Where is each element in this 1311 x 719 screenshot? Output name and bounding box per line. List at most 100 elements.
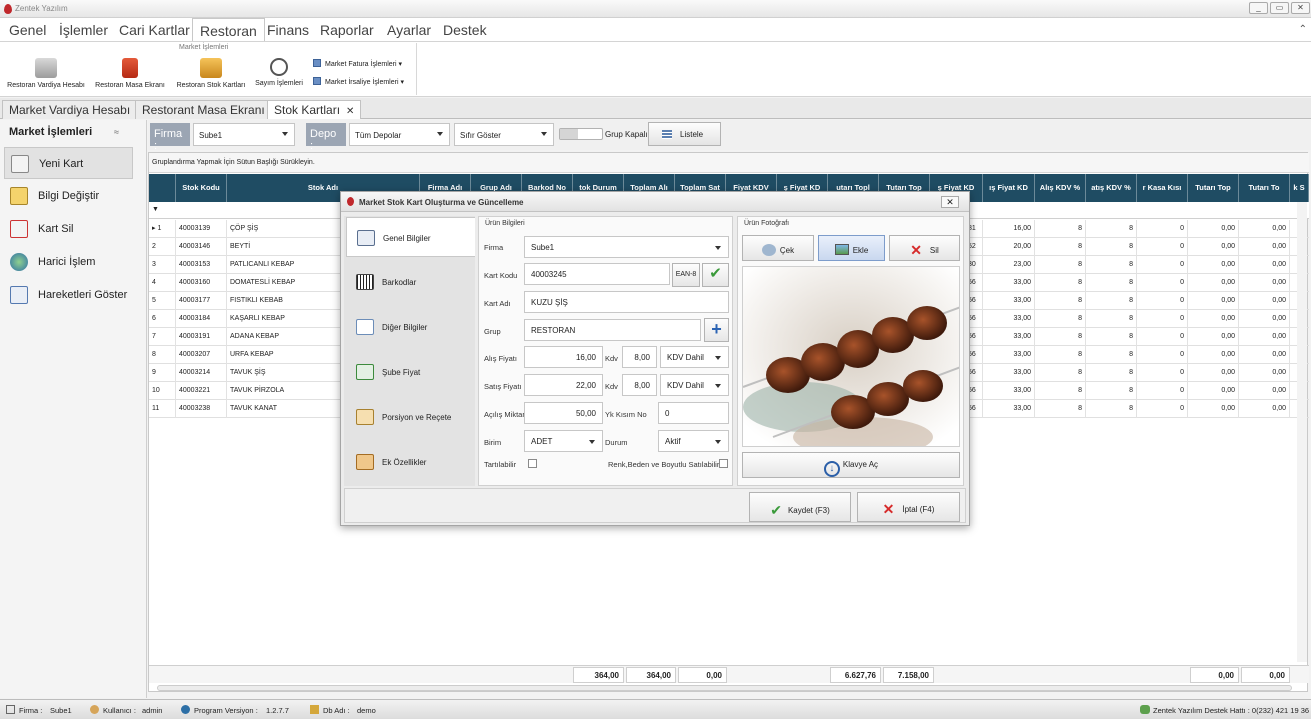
nav-sube-fiyat[interactable]: Şube Fiyat bbox=[346, 352, 475, 392]
nav-barkodlar[interactable]: Barkodlar bbox=[346, 262, 475, 302]
restoran-masa-button[interactable]: Restoran Masa Ekranı bbox=[93, 58, 167, 89]
col-satis-kdv[interactable]: atış KDV % bbox=[1086, 174, 1137, 202]
col-tutari-to[interactable]: Tutarı To bbox=[1239, 174, 1290, 202]
cell-tutari-2[interactable]: 0,00 bbox=[1239, 310, 1290, 328]
durum-select[interactable]: Aktif bbox=[658, 430, 729, 452]
row-number[interactable]: 3 bbox=[149, 256, 176, 274]
restoran-vardiya-button[interactable]: Restoran Vardiya Hesabı bbox=[4, 58, 88, 89]
cell-tutari-1[interactable]: 0,00 bbox=[1188, 274, 1239, 292]
grup-field[interactable]: RESTORAN bbox=[524, 319, 701, 341]
cell-tutari-2[interactable]: 0,00 bbox=[1239, 220, 1290, 238]
cek-button[interactable]: Çek bbox=[742, 235, 814, 261]
cell-tutari-2[interactable]: 0,00 bbox=[1239, 274, 1290, 292]
cell-stok-kodu[interactable]: 40003191 bbox=[176, 328, 227, 346]
cell-stok-kodu[interactable]: 40003184 bbox=[176, 310, 227, 328]
horizontal-scrollbar[interactable] bbox=[157, 685, 1292, 691]
row-number[interactable]: 11 bbox=[149, 400, 176, 418]
cell-tutari-2[interactable]: 0,00 bbox=[1239, 328, 1290, 346]
cell-stok-kodu[interactable]: 40003207 bbox=[176, 346, 227, 364]
cell-fiyat[interactable]: 16,00 bbox=[983, 220, 1035, 238]
cell-satis-kdv[interactable]: 8 bbox=[1086, 274, 1137, 292]
cell-stok-kodu[interactable]: 40003160 bbox=[176, 274, 227, 292]
cell-kasa[interactable]: 0 bbox=[1137, 256, 1188, 274]
cell-tutari-2[interactable]: 0,00 bbox=[1239, 364, 1290, 382]
cell-alis-kdv[interactable]: 8 bbox=[1035, 328, 1086, 346]
cell-stok-kodu[interactable]: 40003146 bbox=[176, 238, 227, 256]
col-k-s[interactable]: k S bbox=[1290, 174, 1309, 202]
cell-fiyat[interactable]: 33,00 bbox=[983, 400, 1035, 418]
cell-fiyat[interactable]: 33,00 bbox=[983, 382, 1035, 400]
menu-raporlar[interactable]: Raporlar bbox=[320, 22, 374, 38]
cell-alis-kdv[interactable]: 8 bbox=[1035, 400, 1086, 418]
cell-tutari-1[interactable]: 0,00 bbox=[1188, 310, 1239, 328]
cell-alis-kdv[interactable]: 8 bbox=[1035, 292, 1086, 310]
cell-kasa[interactable]: 0 bbox=[1137, 292, 1188, 310]
cell-kasa[interactable]: 0 bbox=[1137, 382, 1188, 400]
cell-alis-kdv[interactable]: 8 bbox=[1035, 382, 1086, 400]
sil-button[interactable]: ✕ Sil bbox=[889, 235, 960, 261]
cell-tutari-1[interactable]: 0,00 bbox=[1188, 400, 1239, 418]
cell-fiyat[interactable]: 33,00 bbox=[983, 310, 1035, 328]
tab-market-vardiya[interactable]: Market Vardiya Hesabı✕ bbox=[2, 100, 152, 119]
close-window-button[interactable]: ✕ bbox=[1291, 2, 1310, 14]
row-number[interactable]: 5 bbox=[149, 292, 176, 310]
cell-stok-kodu[interactable]: 40003139 bbox=[176, 220, 227, 238]
cell-fiyat[interactable]: 33,00 bbox=[983, 292, 1035, 310]
tartilabilir-checkbox[interactable] bbox=[528, 459, 537, 468]
market-fatura-menu[interactable]: Market Fatura İşlemleri ▾ bbox=[313, 59, 402, 68]
cell-satis-kdv[interactable]: 8 bbox=[1086, 400, 1137, 418]
firma-select[interactable]: Sube1 bbox=[193, 123, 295, 146]
menu-cari-kartlar[interactable]: Cari Kartlar bbox=[119, 22, 190, 38]
cell-tutari-1[interactable]: 0,00 bbox=[1188, 238, 1239, 256]
minimize-button[interactable]: _ bbox=[1249, 2, 1268, 14]
col-is-fiyat-kd[interactable]: ış Fiyat KD bbox=[983, 174, 1035, 202]
dialog-close-button[interactable]: ✕ bbox=[941, 196, 959, 208]
cell-satis-kdv[interactable]: 8 bbox=[1086, 256, 1137, 274]
cell-tutari-2[interactable]: 0,00 bbox=[1239, 346, 1290, 364]
col-alis-kdv[interactable]: Alış KDV % bbox=[1035, 174, 1086, 202]
row-number[interactable]: 8 bbox=[149, 346, 176, 364]
cell-alis-kdv[interactable]: 8 bbox=[1035, 256, 1086, 274]
row-number[interactable]: 9 bbox=[149, 364, 176, 382]
ean8-button[interactable]: EAN-8 bbox=[672, 263, 700, 287]
row-number[interactable]: ▸ 1 bbox=[149, 220, 176, 238]
close-icon[interactable]: ✕ bbox=[346, 106, 354, 117]
cell-tutari-1[interactable]: 0,00 bbox=[1188, 328, 1239, 346]
menu-genel[interactable]: Genel bbox=[9, 22, 46, 38]
alis-kdv-field[interactable]: 8,00 bbox=[622, 346, 657, 368]
cell-alis-kdv[interactable]: 8 bbox=[1035, 310, 1086, 328]
sidebar-item-bilgi-degistir[interactable]: Bilgi Değiştir bbox=[4, 180, 133, 212]
restoran-stok-button[interactable]: Restoran Stok Kartları bbox=[173, 58, 249, 89]
menu-ayarlar[interactable]: Ayarlar bbox=[387, 22, 431, 38]
cell-satis-kdv[interactable]: 8 bbox=[1086, 292, 1137, 310]
cell-tutari-1[interactable]: 0,00 bbox=[1188, 382, 1239, 400]
cell-fiyat[interactable]: 20,00 bbox=[983, 238, 1035, 256]
col-kasa-kisi[interactable]: r Kasa Kısı bbox=[1137, 174, 1188, 202]
sayim-button[interactable]: Sayım İşlemleri bbox=[253, 58, 305, 87]
nav-ek-ozellikler[interactable]: Ek Özellikler bbox=[346, 442, 475, 482]
cell-alis-kdv[interactable]: 8 bbox=[1035, 238, 1086, 256]
cell-alis-kdv[interactable]: 8 bbox=[1035, 346, 1086, 364]
cell-kasa[interactable]: 0 bbox=[1137, 220, 1188, 238]
alis-fiyati-field[interactable]: 16,00 bbox=[524, 346, 603, 368]
menu-islemler[interactable]: İşlemler bbox=[59, 22, 108, 38]
cell-satis-kdv[interactable]: 8 bbox=[1086, 346, 1137, 364]
cell-tutari-2[interactable]: 0,00 bbox=[1239, 400, 1290, 418]
cell-satis-kdv[interactable]: 8 bbox=[1086, 238, 1137, 256]
tab-restorant-masa[interactable]: Restorant Masa Ekranı✕ bbox=[135, 100, 287, 119]
cell-tutari-2[interactable]: 0,00 bbox=[1239, 238, 1290, 256]
yk-kisim-field[interactable]: 0 bbox=[658, 402, 729, 424]
iptal-button[interactable]: ✕ İptal (F4) bbox=[857, 492, 960, 522]
sidebar-item-harici-islem[interactable]: Harici İşlem bbox=[4, 246, 133, 278]
acilis-miktar-field[interactable]: 50,00 bbox=[524, 402, 603, 424]
cell-tutari-1[interactable]: 0,00 bbox=[1188, 364, 1239, 382]
cell-kasa[interactable]: 0 bbox=[1137, 274, 1188, 292]
menu-restoran[interactable]: Restoran bbox=[192, 18, 265, 43]
row-number[interactable]: 4 bbox=[149, 274, 176, 292]
cell-tutari-1[interactable]: 0,00 bbox=[1188, 346, 1239, 364]
row-number[interactable]: 2 bbox=[149, 238, 176, 256]
cell-tutari-2[interactable]: 0,00 bbox=[1239, 256, 1290, 274]
cell-fiyat[interactable]: 33,00 bbox=[983, 346, 1035, 364]
cell-stok-kodu[interactable]: 40003153 bbox=[176, 256, 227, 274]
kaydet-button[interactable]: ✔ Kaydet (F3) bbox=[749, 492, 851, 522]
